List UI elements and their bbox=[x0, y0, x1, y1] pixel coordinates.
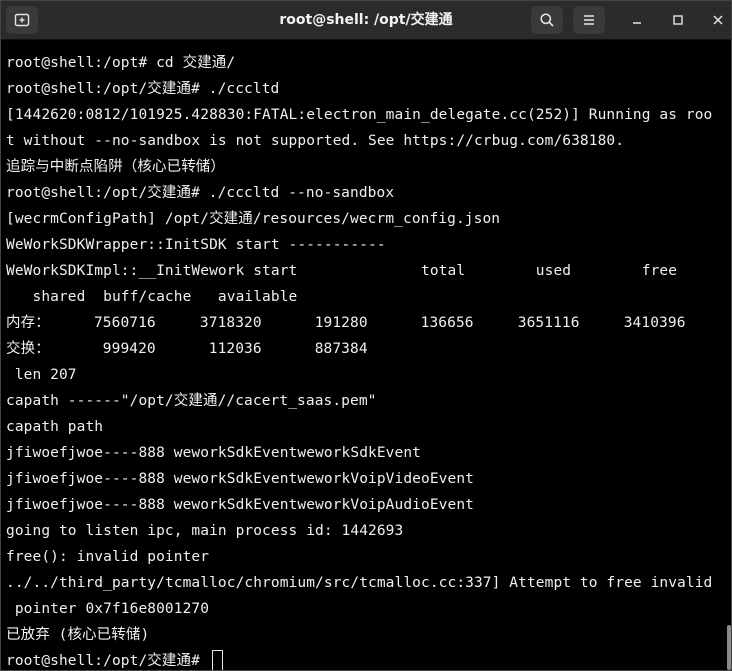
terminal-line: root@shell:/opt# cd 交建通/ bbox=[6, 55, 236, 71]
new-tab-button[interactable] bbox=[6, 6, 38, 34]
terminal-line: t without --no-sandbox is not supported.… bbox=[6, 133, 625, 149]
search-icon bbox=[539, 12, 555, 28]
terminal-line: ../../third_party/tcmalloc/chromium/src/… bbox=[6, 575, 713, 591]
terminal-line: WeWorkSDKImpl::__InitWework start total … bbox=[6, 263, 678, 279]
terminal-line: 内存： 7560716 3718320 191280 136656 365111… bbox=[6, 315, 686, 331]
terminal-line: root@shell:/opt/交建通# ./cccltd --no-sandb… bbox=[6, 185, 395, 201]
text-cursor bbox=[211, 650, 223, 670]
terminal-line: capath ------"/opt/交建通//cacert_saas.pem" bbox=[6, 393, 377, 409]
terminal-line: WeWorkSDKWrapper::InitSDK start --------… bbox=[6, 237, 386, 253]
minimize-icon bbox=[631, 11, 643, 30]
close-icon bbox=[712, 11, 724, 30]
terminal-line: jfiwoefjwoe----888 weworkSdkEventweworkV… bbox=[6, 497, 474, 513]
terminal-line: jfiwoefjwoe----888 weworkSdkEventweworkS… bbox=[6, 445, 421, 461]
terminal-line: 交换： 999420 112036 887384 bbox=[6, 341, 368, 357]
terminal-scrollbar[interactable] bbox=[725, 40, 731, 670]
terminal-line: [wecrmConfigPath] /opt/交建通/resources/wec… bbox=[6, 211, 501, 227]
search-button[interactable] bbox=[531, 6, 563, 34]
command-prompt-line[interactable]: root@shell:/opt/交建通# bbox=[6, 648, 725, 670]
terminal-line: pointer 0x7f16e8001270 bbox=[6, 601, 210, 617]
terminal-line: root@shell:/opt/交建通# ./cccltd bbox=[6, 81, 280, 97]
terminal-line: free(): invalid pointer bbox=[6, 549, 210, 565]
terminal-line: shared buff/cache available bbox=[6, 289, 298, 305]
minimize-button[interactable] bbox=[627, 10, 647, 30]
title-bar: root@shell: /opt/交建通 bbox=[1, 1, 731, 40]
hamburger-menu-icon bbox=[582, 13, 596, 27]
terminal-line: capath path bbox=[6, 419, 104, 435]
terminal-line: [1442620:0812/101925.428830:FATAL:electr… bbox=[6, 107, 713, 123]
new-tab-icon bbox=[14, 12, 30, 28]
maximize-button[interactable] bbox=[668, 10, 688, 30]
close-button[interactable] bbox=[708, 10, 728, 30]
scrollbar-thumb[interactable] bbox=[727, 625, 731, 670]
terminal-line: jfiwoefjwoe----888 weworkSdkEventweworkV… bbox=[6, 471, 474, 487]
terminal-line: 已放弃 (核心已转储) bbox=[6, 627, 150, 643]
maximize-icon bbox=[672, 11, 684, 30]
shell-prompt: root@shell:/opt/交建通# bbox=[6, 653, 209, 669]
menu-button[interactable] bbox=[573, 6, 605, 34]
terminal-output[interactable]: root@shell:/opt# cd 交建通/ root@shell:/opt… bbox=[1, 40, 725, 670]
window-title: root@shell: /opt/交建通 bbox=[279, 12, 453, 28]
terminal-line: len 207 bbox=[6, 367, 77, 383]
terminal-line: 追踪与中断点陷阱（核心已转储） bbox=[6, 159, 225, 175]
terminal-window: root@shell: /opt/交建通 root@shell:/opt# cd… bbox=[0, 0, 732, 671]
terminal-line: going to listen ipc, main process id: 14… bbox=[6, 523, 404, 539]
